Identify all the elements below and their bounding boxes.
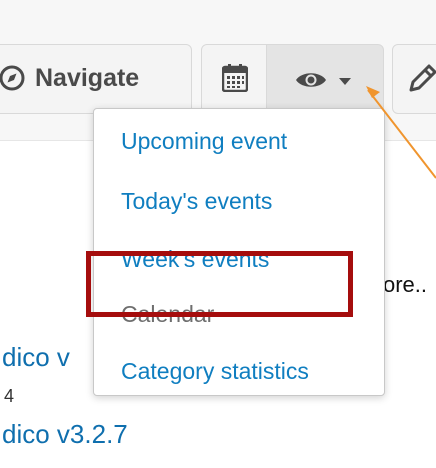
calendar-button[interactable]	[201, 44, 267, 114]
menu-item-category-statistics[interactable]: Category statistics	[121, 358, 309, 385]
caret-down-icon	[339, 78, 351, 85]
calendar-icon	[222, 64, 248, 92]
navigate-button[interactable]: Navigate	[0, 44, 192, 114]
menu-item-upcoming-event[interactable]: Upcoming event	[121, 128, 287, 155]
edit-button[interactable]	[392, 44, 436, 114]
eye-icon	[296, 73, 326, 87]
view-dropdown-button[interactable]	[266, 44, 384, 114]
navigate-label: Navigate	[35, 64, 140, 92]
page: Navigate ore.. dico v 4 dico v3.2.7 Upco…	[0, 0, 436, 468]
menu-item-todays-events[interactable]: Today's events	[121, 188, 272, 215]
pencil-icon	[409, 64, 436, 92]
compass-icon	[0, 65, 25, 91]
more-link[interactable]: ore..	[383, 272, 427, 298]
event-subtitle: 4	[4, 386, 15, 406]
menu-item-calendar[interactable]: Calendar	[121, 301, 214, 328]
event-title-link[interactable]: dico v	[2, 342, 70, 373]
view-dropdown-menu: Upcoming event Today's events Week's eve…	[93, 108, 385, 396]
event-title-link[interactable]: dico v3.2.7	[2, 419, 128, 450]
menu-item-weeks-events[interactable]: Week's events	[121, 246, 269, 273]
